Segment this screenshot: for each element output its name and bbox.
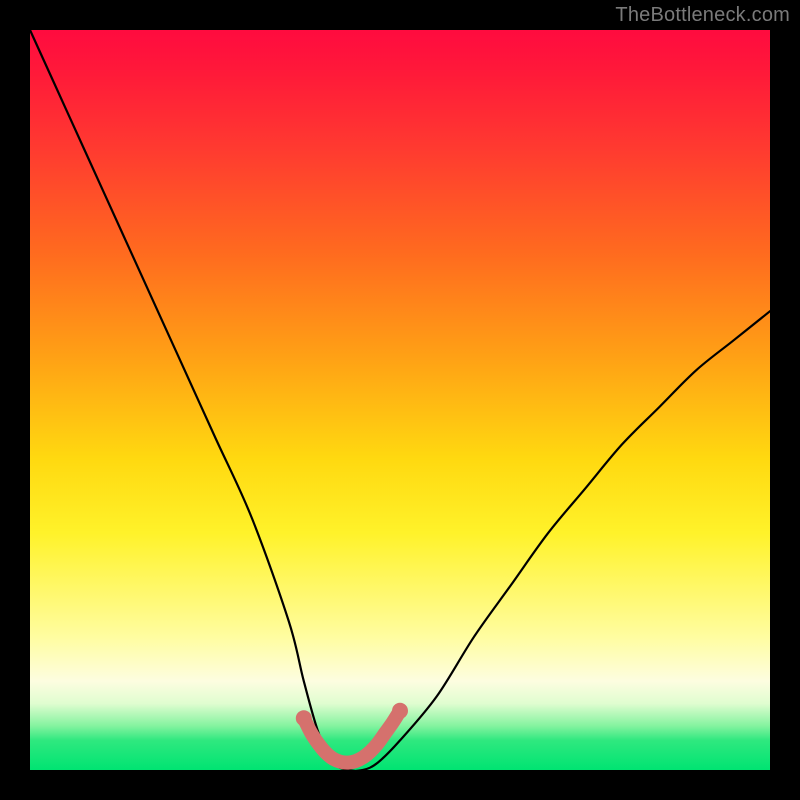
optimal-band-dot [296,710,312,726]
chart-stage: TheBottleneck.com [0,0,800,800]
optimal-band-dot [392,703,408,719]
chart-svg [30,30,770,770]
watermark-text: TheBottleneck.com [615,4,790,27]
plot-area [30,30,770,770]
bottleneck-curve-path [30,30,770,771]
